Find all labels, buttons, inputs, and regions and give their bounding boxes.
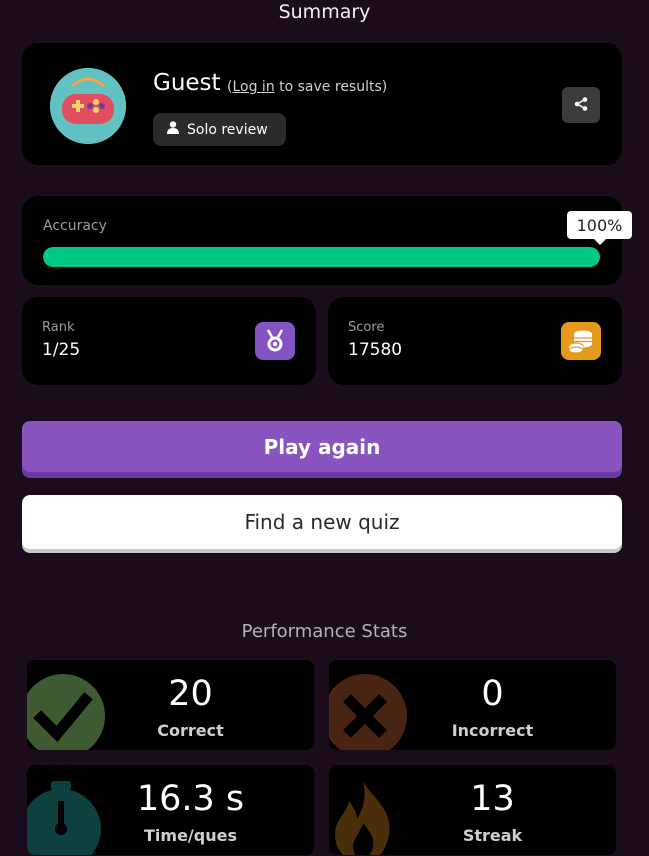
score-card: Score 17580 [328,297,622,385]
mode-label: Solo review [187,121,268,138]
play-again-button[interactable]: Play again [22,421,622,472]
correct-label: Correct [157,721,224,740]
accuracy-card: Accuracy 100% [22,196,632,285]
medal-icon [255,322,295,360]
quiz-summary-page: Summary Guest (Log in to save results) S… [0,0,649,856]
user-name: Guest [153,70,221,96]
time-per-question-value: 16.3 s [136,779,245,819]
score-label: Score [348,320,385,335]
login-link[interactable]: Log in [232,79,274,95]
streak-count: 13 [470,779,515,819]
time-per-question-stat-tile: 16.3 s Time/ques [27,765,314,855]
rank-label: Rank [42,320,75,335]
accuracy-percent-tooltip: 100% [567,211,632,245]
accuracy-progress-fill [43,247,600,267]
correct-count: 20 [168,674,213,714]
coins-icon [561,322,601,360]
rank-card: Rank 1/25 [22,297,316,385]
score-value: 17580 [348,340,403,360]
correct-stat-tile: 20 Correct [27,660,314,750]
accuracy-progress-bar [43,247,600,267]
page-title: Summary [278,1,371,23]
mode-badge: Solo review [153,113,286,146]
rank-value: 1/25 [42,340,81,360]
streak-label: Streak [462,826,523,845]
login-note: (Log in to save results) [227,79,387,95]
incorrect-count: 0 [481,674,504,714]
time-per-question-label: Time/ques [144,826,237,845]
user-icon [167,121,179,138]
incorrect-stat-tile: 0 Incorrect [329,660,616,750]
accuracy-label: Accuracy [43,218,107,234]
login-note-rest: to save results) [274,79,388,95]
incorrect-label: Incorrect [451,721,534,740]
gamepad-icon [50,68,126,144]
find-new-quiz-button[interactable]: Find a new quiz [22,495,622,549]
streak-stat-tile: 13 Streak [329,765,616,855]
share-button[interactable] [562,87,600,123]
share-icon [574,96,588,115]
profile-card: Guest (Log in to save results) Solo revi… [22,43,622,165]
performance-stats-title: Performance Stats [241,621,408,642]
